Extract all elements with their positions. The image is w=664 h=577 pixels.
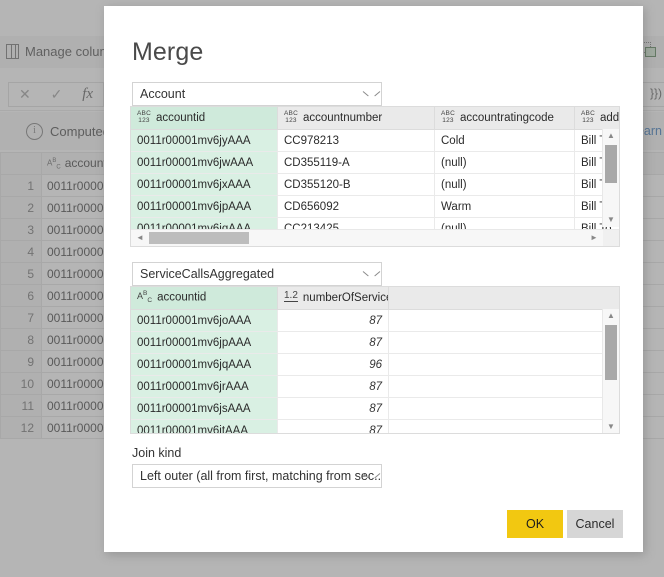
column-header-label: accountid xyxy=(157,292,206,304)
scroll-right-icon[interactable]: ► xyxy=(587,230,601,246)
table-cell: CD355120-B xyxy=(278,174,435,196)
join-kind-value: Left outer (all from first, matching fro… xyxy=(140,469,382,483)
scroll-down-icon[interactable]: ▼ xyxy=(603,420,619,434)
table-cell: 87 xyxy=(278,398,389,420)
table-cell xyxy=(389,354,621,376)
table-cell: Cold xyxy=(435,130,575,152)
second-preview-table: ABC accountid 1.2 numberOfServiceCalls 0011… xyxy=(131,287,620,434)
table-row: 0011r00001mv6jqAAA96 xyxy=(131,354,620,376)
merge-dialog: Merge Account ABC123 accountid ABC123 accou… xyxy=(104,6,643,552)
column-header-accountnumber[interactable]: ABC123 accountnumber xyxy=(278,107,435,130)
table-cell: CD355119-A xyxy=(278,152,435,174)
first-preview-vertical-scrollbar[interactable]: ▲ ▼ xyxy=(602,129,619,227)
table-cell: 0011r00001mv6jxAAA xyxy=(131,174,278,196)
table-cell xyxy=(389,398,621,420)
first-preview-horizontal-scrollbar[interactable]: ◄ ► xyxy=(131,229,619,246)
scroll-down-icon[interactable]: ▼ xyxy=(603,213,619,227)
join-kind-select[interactable]: Left outer (all from first, matching fro… xyxy=(132,464,382,488)
second-preview-vertical-scrollbar[interactable]: ▲ ▼ xyxy=(602,309,619,434)
table-cell: 96 xyxy=(278,354,389,376)
join-kind-label: Join kind xyxy=(132,446,181,460)
chevron-down-icon xyxy=(364,473,373,482)
column-header-accountid[interactable]: ABC123 accountid xyxy=(131,107,278,130)
table-cell: (null) xyxy=(435,152,575,174)
first-preview-header-row: ABC123accountidABC123accountnumberABC123… xyxy=(131,107,620,130)
table-cell: 0011r00001mv6jrAAA xyxy=(131,376,278,398)
column-header-address1_addr[interactable]: ABC123 address1_addr xyxy=(575,107,621,130)
second-table-select-value: ServiceCallsAggregated xyxy=(140,267,274,281)
scroll-thumb[interactable] xyxy=(605,325,617,380)
second-table-select[interactable]: ServiceCallsAggregated xyxy=(132,262,382,286)
table-cell: 0011r00001mv6jqAAA xyxy=(131,354,278,376)
dialog-title: Merge xyxy=(132,38,203,67)
chevron-down-icon xyxy=(364,271,373,280)
scroll-left-icon[interactable]: ◄ xyxy=(133,230,147,246)
table-row: 0011r00001mv6jyAAACC978213ColdBill To xyxy=(131,130,620,152)
table-row: 0011r00001mv6jwAAACD355119-A(null)Bill T… xyxy=(131,152,620,174)
column-header-label: accountnumber xyxy=(303,112,382,124)
first-table-select-value: Account xyxy=(140,87,185,101)
table-cell xyxy=(389,376,621,398)
column-header-label: accountid xyxy=(156,112,205,124)
table-row: 0011r00001mv6jpAAACD656092WarmBill To xyxy=(131,196,620,218)
column-header-accountratingcode[interactable]: ABC123 accountratingcode xyxy=(435,107,575,130)
chevron-down-icon xyxy=(364,91,373,100)
column-header-label: address1_addr xyxy=(600,112,620,124)
scroll-up-icon[interactable]: ▲ xyxy=(603,129,619,143)
table-row: 0011r00001mv6jpAAA87 xyxy=(131,332,620,354)
table-row: 0011r00001mv6jsAAA87 xyxy=(131,398,620,420)
table-cell xyxy=(389,420,621,435)
scrollbar-corner xyxy=(603,230,619,246)
table-cell: CD656092 xyxy=(278,196,435,218)
table-cell xyxy=(389,332,621,354)
table-cell: 87 xyxy=(278,310,389,332)
second-preview-header-row: ABC accountid 1.2 numberOfServiceCalls xyxy=(131,287,620,310)
column-header-label: numberOfServiceCalls xyxy=(303,292,389,304)
any-type-icon: ABC123 xyxy=(581,110,595,124)
any-type-icon: ABC123 xyxy=(441,110,455,124)
table-row: 0011r00001mv6joAAA87 xyxy=(131,310,620,332)
screenshot-root: Manage columns ✕ ✓ fx = i Computed entit… xyxy=(0,0,664,577)
table-cell: 0011r00001mv6joAAA xyxy=(131,310,278,332)
table-row: 0011r00001mv6jxAAACD355120-B(null)Bill T… xyxy=(131,174,620,196)
table-cell: 0011r00001mv6jsAAA xyxy=(131,398,278,420)
table-cell: Warm xyxy=(435,196,575,218)
first-preview-table: ABC123accountidABC123accountnumberABC123… xyxy=(131,107,620,240)
table-cell: 0011r00001mv6jyAAA xyxy=(131,130,278,152)
any-type-icon: ABC123 xyxy=(284,110,298,124)
text-type-icon: ABC xyxy=(137,291,152,304)
column-header-numberOfServiceCalls[interactable]: 1.2 numberOfServiceCalls xyxy=(278,287,389,310)
table-cell: 87 xyxy=(278,420,389,435)
table-cell: 87 xyxy=(278,376,389,398)
first-table-preview: ABC123accountidABC123accountnumberABC123… xyxy=(130,106,620,247)
first-table-select[interactable]: Account xyxy=(132,82,382,106)
decimal-type-icon: 1.2 xyxy=(284,291,298,302)
table-cell xyxy=(389,310,621,332)
table-cell: 87 xyxy=(278,332,389,354)
scroll-thumb-horizontal[interactable] xyxy=(149,232,249,244)
scroll-up-icon[interactable]: ▲ xyxy=(603,309,619,323)
any-type-icon: ABC123 xyxy=(137,110,151,124)
table-cell: 0011r00001mv6jpAAA xyxy=(131,196,278,218)
second-table-preview: ABC accountid 1.2 numberOfServiceCalls 0011… xyxy=(130,286,620,434)
cancel-button[interactable]: Cancel xyxy=(567,510,623,538)
ok-button[interactable]: OK xyxy=(507,510,563,538)
table-cell: 0011r00001mv6jtAAA xyxy=(131,420,278,435)
column-header-blank[interactable] xyxy=(389,287,621,310)
table-cell: 0011r00001mv6jpAAA xyxy=(131,332,278,354)
table-cell: 0011r00001mv6jwAAA xyxy=(131,152,278,174)
table-row: 0011r00001mv6jtAAA87 xyxy=(131,420,620,435)
table-cell: (null) xyxy=(435,174,575,196)
table-cell: CC978213 xyxy=(278,130,435,152)
table-row: 0011r00001mv6jrAAA87 xyxy=(131,376,620,398)
column-header-accountid[interactable]: ABC accountid xyxy=(131,287,278,310)
column-header-label: accountratingcode xyxy=(460,112,554,124)
scroll-thumb[interactable] xyxy=(605,145,617,183)
